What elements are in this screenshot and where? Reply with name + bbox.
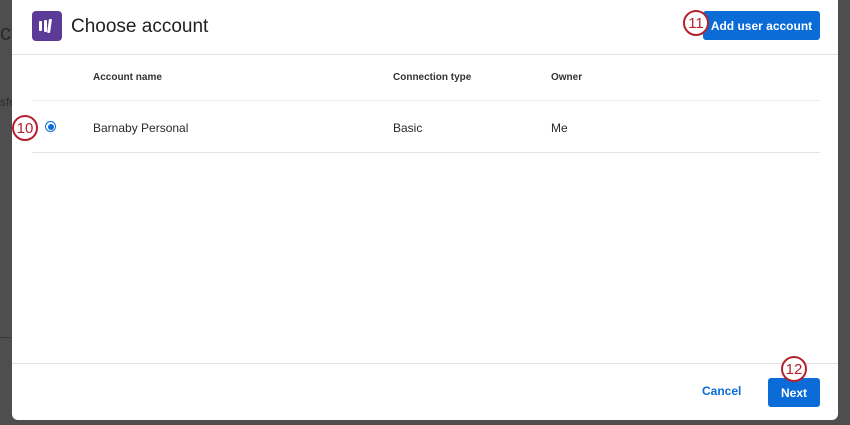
- next-button[interactable]: Next: [768, 378, 820, 407]
- footer-divider: [12, 363, 838, 364]
- dialog-title: Choose account: [71, 16, 209, 37]
- background-divider: [0, 337, 12, 338]
- account-radio-button[interactable]: [45, 121, 56, 132]
- dialog-header: Choose account Add user account: [12, 0, 838, 55]
- column-header-owner: Owner: [551, 72, 583, 83]
- step-marker-10: 10: [12, 115, 38, 141]
- owner-cell: Me: [551, 121, 568, 135]
- add-user-account-button[interactable]: Add user account: [703, 11, 820, 40]
- column-header-account-name: Account name: [93, 72, 162, 83]
- cancel-button[interactable]: Cancel: [702, 384, 741, 398]
- step-marker-12: 12: [781, 356, 807, 382]
- step-marker-11: 11: [683, 10, 709, 36]
- connection-type-cell: Basic: [393, 121, 423, 135]
- choose-account-dialog: Choose account Add user account Account …: [12, 0, 838, 420]
- column-header-connection-type: Connection type: [393, 72, 472, 83]
- table-row[interactable]: Barnaby Personal Basic Me: [32, 101, 820, 153]
- app-logo-icon: [32, 11, 62, 41]
- account-name-cell: Barnaby Personal: [93, 121, 189, 135]
